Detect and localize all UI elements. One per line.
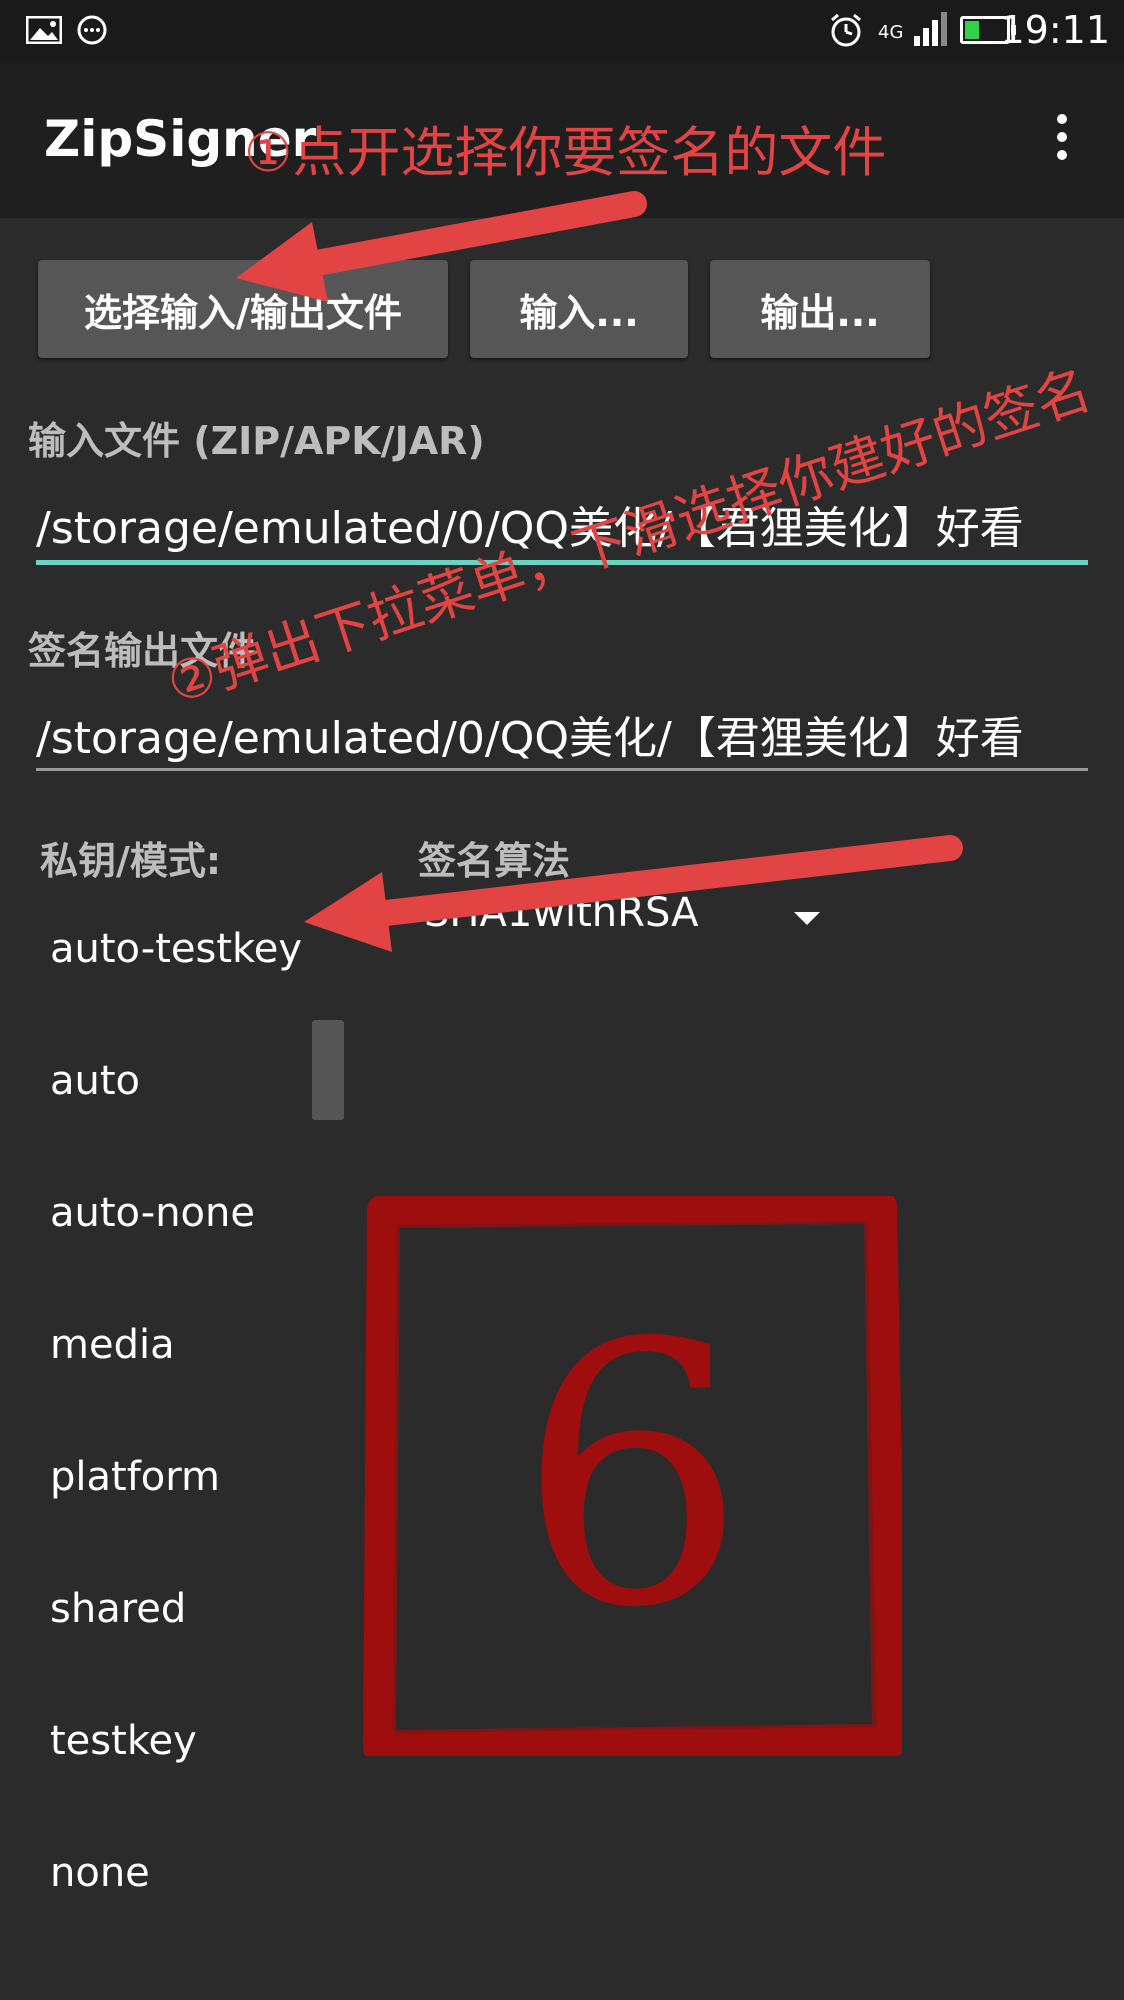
stamp-number: 6 (517, 1266, 747, 1686)
number-stamp: 6 (362, 1196, 902, 1756)
